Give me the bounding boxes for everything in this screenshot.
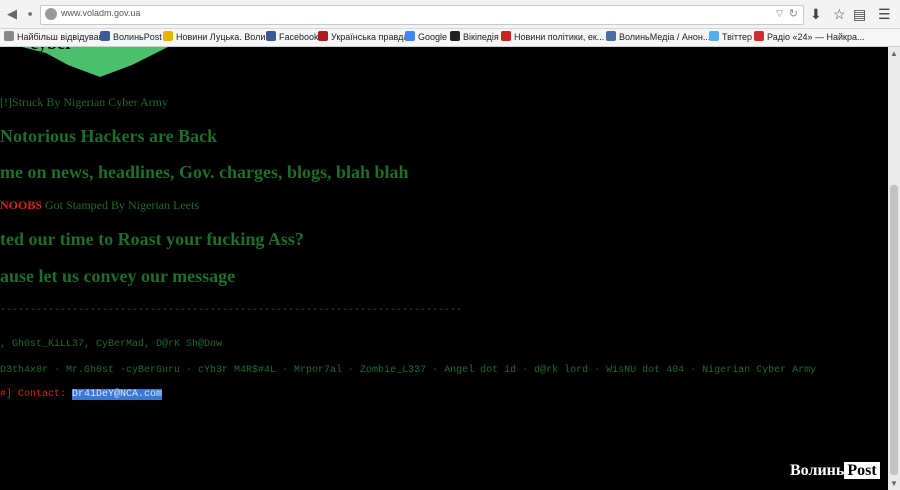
bookmark-item[interactable]: ВолиньPost: [100, 31, 162, 42]
separator-line: ----------------------------------------…: [0, 305, 463, 316]
bookmark-favicon-icon: [606, 31, 616, 41]
bookmark-item[interactable]: Радіо «24» — Найкра...: [754, 31, 864, 42]
noobs-word: NOOBS: [0, 198, 43, 212]
heading-roast: ted our time to Roast your fucking Ass?: [0, 229, 304, 249]
reload-icon[interactable]: ↻: [789, 7, 798, 20]
heading-notorious: Notorious Hackers are Back: [0, 126, 218, 146]
bookmark-item[interactable]: Новини політики, ек...: [501, 31, 604, 42]
bookmark-label: Facebook: [279, 32, 319, 42]
struck-by-line: [!]Struck By Nigerian Cyber Army: [0, 95, 168, 109]
bookmark-item[interactable]: Вікіпедія: [450, 31, 499, 42]
bookmark-label: ВолиньPost: [113, 32, 162, 42]
vertical-scrollbar[interactable]: ▲ ▼: [888, 47, 900, 490]
bookmark-label: Новини Луцька. Воли...: [176, 32, 273, 42]
credits-line-1: , Gh0st_KiLL37, CyBerMad, D@rK Sh@Dow: [0, 339, 223, 350]
contact-line: #] Contact: Dr41DeY@NCA.com: [0, 389, 163, 400]
dropdown-icon[interactable]: ▽: [776, 8, 783, 19]
url-bar[interactable]: www.voladm.gov.ua ▽ ↻: [40, 5, 804, 25]
menu-icon[interactable]: ☰: [878, 6, 891, 22]
bookmark-favicon-icon: [4, 31, 14, 41]
bookmark-favicon-icon: [318, 31, 328, 41]
svg-text:cyber: cyber: [30, 47, 73, 53]
scroll-up-icon[interactable]: ▲: [890, 49, 898, 58]
bookmark-item[interactable]: Google: [405, 31, 447, 42]
bookmark-item[interactable]: Українська правда: [318, 31, 408, 42]
bookmark-label: Найбільш відвідувані: [17, 32, 106, 42]
noobs-line: NOOBS Got Stamped By Nigerian Leets: [0, 198, 199, 213]
bookmark-label: Українська правда: [331, 32, 409, 42]
bookmark-label: Вікіпедія: [463, 32, 499, 42]
bookmark-item[interactable]: ВолиньМедіа / Анон...: [606, 31, 710, 42]
scroll-down-icon[interactable]: ▼: [890, 479, 898, 488]
heading-news: me on news, headlines, Gov. charges, blo…: [0, 162, 409, 182]
bookmark-favicon-icon: [501, 31, 511, 41]
bookmark-label: Google: [418, 32, 448, 42]
download-icon[interactable]: ⬇: [810, 6, 822, 22]
heading-message: ause let us convey our message: [0, 266, 236, 286]
bookmark-favicon-icon: [754, 31, 764, 41]
bookmark-favicon-icon: [100, 31, 110, 41]
contact-email[interactable]: Dr41DeY@NCA.com: [72, 389, 163, 400]
stamped-text: Got Stamped By Nigerian Leets: [45, 198, 199, 212]
hacker-logo-icon: cyber: [22, 47, 168, 77]
bookmark-item[interactable]: Новини Луцька. Воли...: [163, 31, 273, 42]
contact-label: #] Contact:: [0, 389, 67, 400]
watermark-right: Post: [844, 462, 880, 479]
browser-toolbar: ◀ ▪ www.voladm.gov.ua ▽ ↻ ⬇ ☆ ▤ ☰: [0, 0, 900, 29]
bookmark-favicon-icon: [709, 31, 719, 41]
bookmarks-bar: Найбільш відвідувані ВолиньPost Новини Л…: [0, 29, 900, 47]
bookmarks-list-icon[interactable]: ▤: [853, 6, 866, 22]
url-text: www.voladm.gov.ua: [61, 8, 141, 18]
volynpost-watermark: Волинь Post: [790, 462, 880, 480]
watermark-left: Волинь: [790, 462, 845, 479]
bookmark-favicon-icon: [266, 31, 276, 41]
bookmark-label: Новини політики, ек...: [514, 32, 605, 42]
scrollbar-thumb[interactable]: [890, 185, 898, 475]
globe-icon: [45, 8, 57, 20]
back-icon[interactable]: ◀: [4, 6, 20, 22]
bookmark-label: Радіо «24» — Найкра...: [767, 32, 865, 42]
bookmark-star-icon[interactable]: ☆: [833, 6, 846, 22]
bookmark-item[interactable]: Твіттер: [709, 31, 752, 42]
bookmark-favicon-icon: [405, 31, 415, 41]
bookmark-item[interactable]: Найбільш відвідувані: [4, 31, 106, 42]
credits-line-2: D3th4x0r - Mr.Gh0st -cyBerGuru - cYb3r M…: [0, 365, 817, 376]
bookmark-favicon-icon: [163, 31, 173, 41]
bookmark-favicon-icon: [450, 31, 460, 41]
bookmark-label: ВолиньМедіа / Анон...: [619, 32, 711, 42]
home-icon[interactable]: ▪: [22, 6, 38, 22]
page-content: cyber [!]Struck By Nigerian Cyber Army N…: [0, 47, 888, 490]
bookmark-item[interactable]: Facebook: [266, 31, 319, 42]
bookmark-label: Твіттер: [722, 32, 753, 42]
